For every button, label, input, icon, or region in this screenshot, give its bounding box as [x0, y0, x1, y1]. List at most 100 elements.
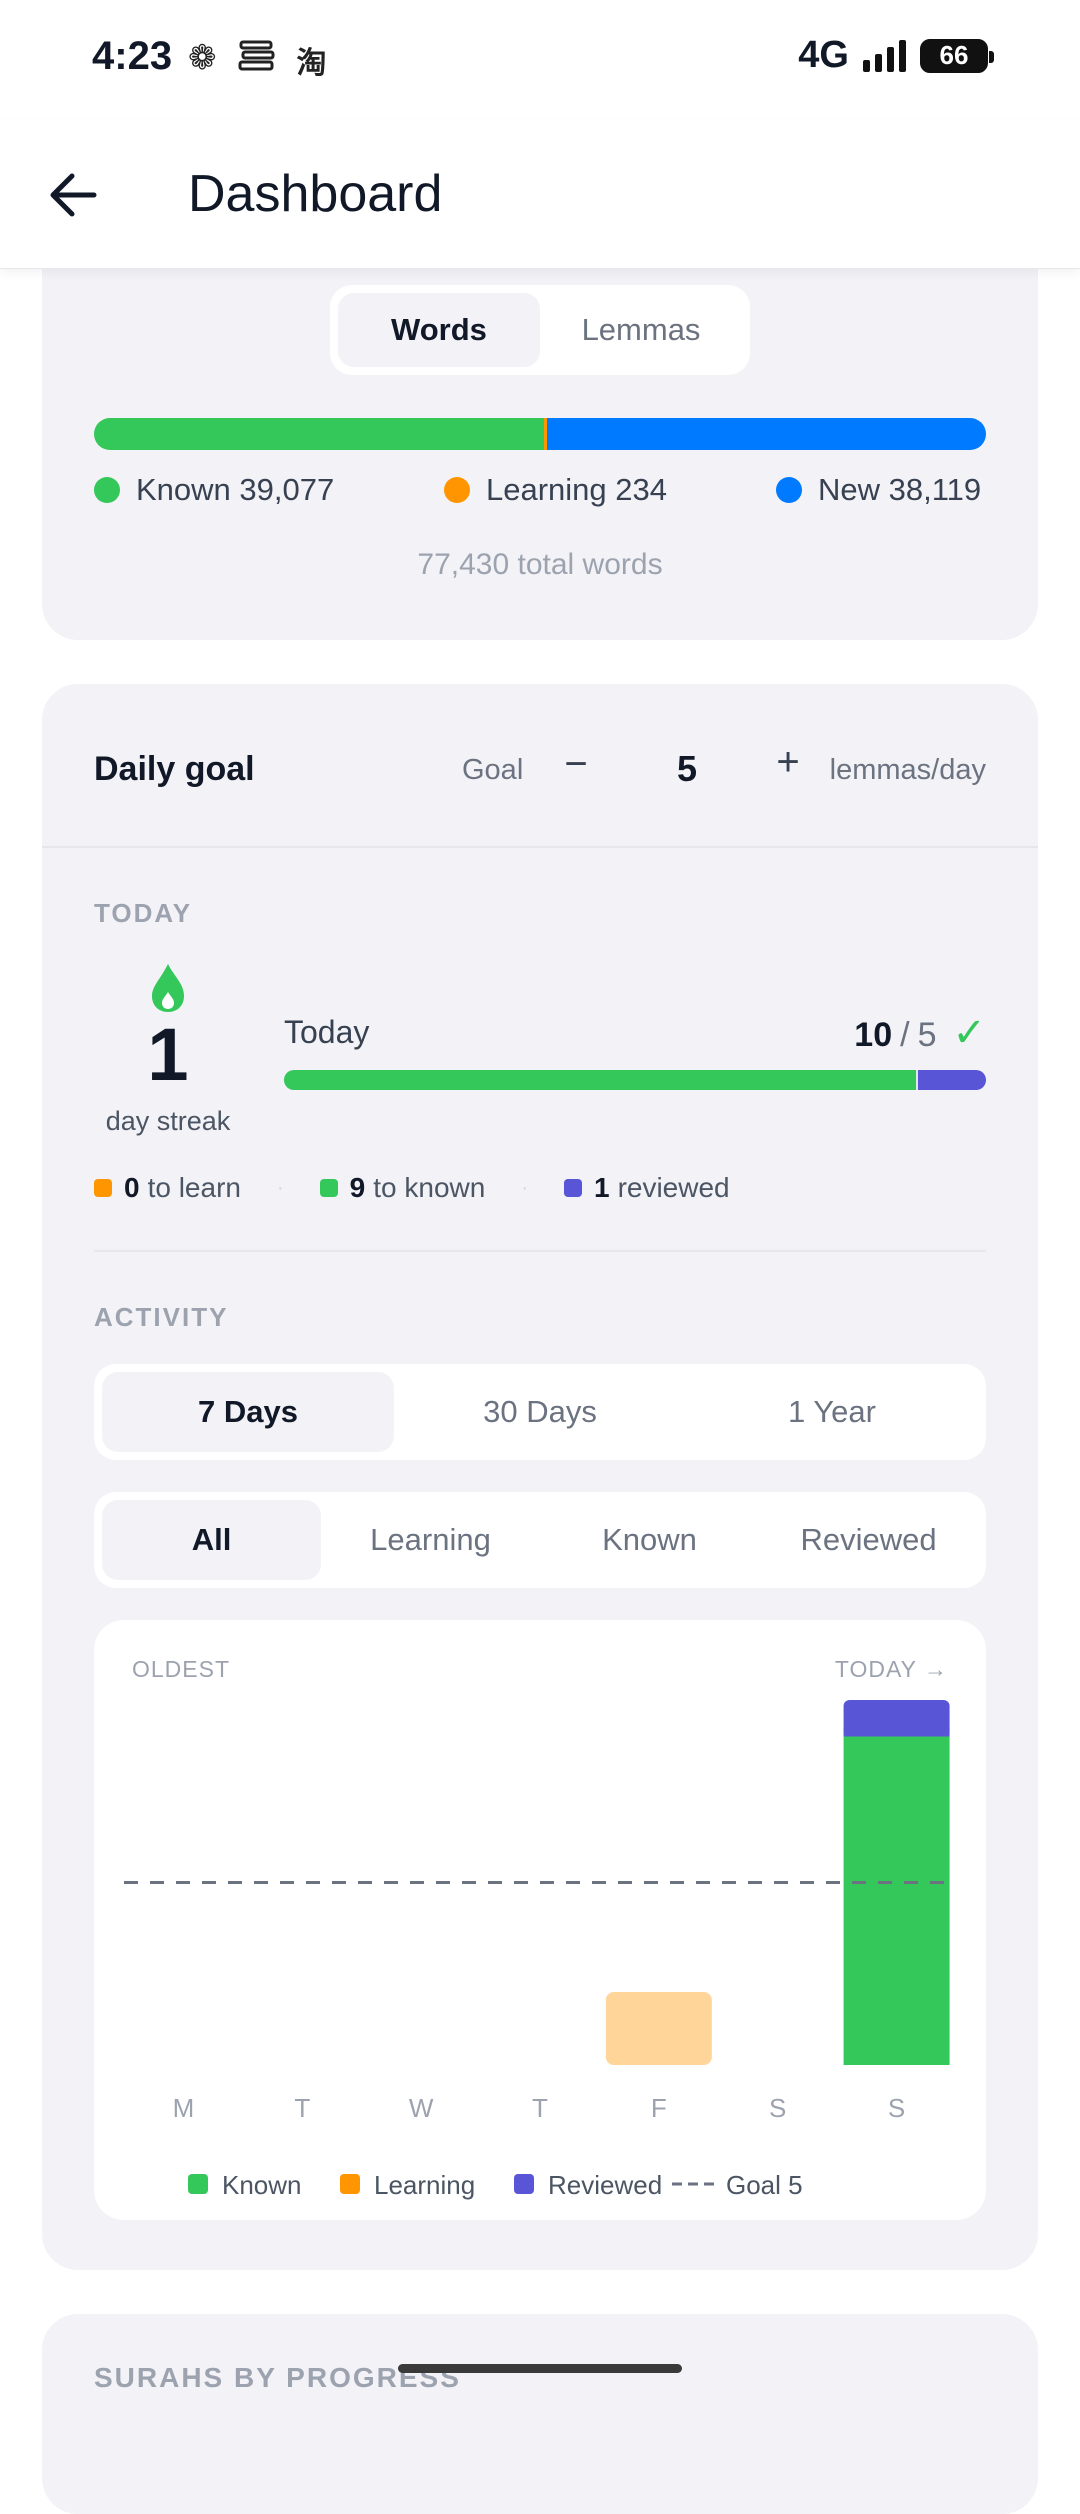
goal-unit: lemmas/day — [829, 754, 986, 786]
checkmark-icon: ✓ — [952, 1011, 986, 1055]
today-reviewed-segment — [917, 1070, 986, 1090]
x-tick-3: T — [532, 2093, 548, 2123]
to-known-label: to known — [373, 1172, 486, 1203]
network-type: 4G — [798, 34, 849, 76]
today-count: 10 / 5 ✓ — [854, 1010, 986, 1056]
legend-learning: Learning 234 — [444, 472, 667, 508]
stat-reviewed: 1 reviewed — [563, 1172, 730, 1204]
notification-icons: ❁ 淘 — [188, 38, 327, 83]
total-words: 77,430 total words — [417, 548, 663, 581]
surahs-card: SURAHS BY PROGRESS — [42, 2314, 1038, 2514]
reviewed-value: 1 — [593, 1172, 610, 1203]
filter-known[interactable]: Known — [540, 1500, 759, 1580]
new-segment — [547, 418, 986, 450]
today-progress-label: Today — [284, 1014, 370, 1050]
new-dot — [776, 477, 802, 503]
legend-swatch-learning — [340, 2174, 360, 2194]
streak-value: 1 — [147, 1013, 189, 1096]
stat-separator: · — [276, 1176, 284, 1199]
today-known-segment — [284, 1070, 916, 1090]
signal-icon — [863, 39, 906, 72]
today-done: 10 — [854, 1016, 893, 1054]
x-tick-6: S — [888, 2093, 905, 2123]
status-time: 4:23 — [92, 34, 173, 78]
x-tick-5: S — [769, 2093, 786, 2123]
activity-chart: OLDEST TODAY → M T W T F S S Known Learning Revie… — [94, 1620, 986, 2220]
filter-learning[interactable]: Learning — [321, 1500, 540, 1580]
words-progress-bar — [94, 418, 986, 450]
bar-learning-4 — [605, 1992, 712, 2065]
reviewed-swatch — [563, 1179, 582, 1197]
flame-icon — [152, 964, 184, 1012]
x-tick-2: W — [409, 2093, 434, 2123]
stat-separator: · — [521, 1176, 528, 1199]
goal-label: Goal — [462, 754, 524, 786]
tab-7-days[interactable]: 7 Days — [102, 1372, 394, 1452]
page-title: Dashboard — [188, 165, 443, 223]
daily-goal-title: Daily goal — [94, 750, 255, 788]
x-tick-0: M — [173, 2093, 195, 2123]
goal-divider — [42, 846, 1038, 848]
today-separator: / — [900, 1016, 910, 1054]
app-bar: Dashboard — [0, 120, 1080, 269]
legend-label-0: Known — [222, 2170, 302, 2200]
legend-label-3: Goal 5 — [726, 2170, 803, 2200]
tab-words[interactable]: Words — [338, 293, 540, 367]
activity-divider — [94, 1250, 986, 1252]
taobao-icon: 淘 — [296, 47, 327, 80]
back-button[interactable] — [44, 160, 104, 230]
home-indicator — [398, 2364, 682, 2373]
to-known-value: 9 — [349, 1172, 366, 1203]
legend-label-1: Learning — [374, 2170, 475, 2200]
bar-cap-6 — [843, 1728, 950, 1737]
legend-swatch-known — [188, 2174, 208, 2194]
to-learn-value: 0 — [124, 1172, 140, 1203]
known-dot — [94, 477, 120, 503]
legend-new: New 38,119 — [776, 472, 981, 508]
stat-to-known: 9 to known — [319, 1172, 486, 1204]
flower-icon: ❁ — [188, 39, 217, 77]
new-count: New 38,119 — [818, 472, 982, 507]
tab-30-days[interactable]: 30 Days — [394, 1372, 686, 1452]
tab-lemmas[interactable]: Lemmas — [540, 293, 742, 367]
x-tick-4: F — [651, 2093, 667, 2123]
tab-1-year[interactable]: 1 Year — [686, 1372, 978, 1452]
x-tick-1: T — [294, 2093, 310, 2123]
chart-oldest-label: OLDEST — [132, 1656, 230, 1682]
battery-level: 66 — [939, 40, 969, 70]
reviewed-label: reviewed — [617, 1172, 730, 1203]
filter-all[interactable]: All — [102, 1500, 321, 1580]
range-toggle: 7 Days 30 Days 1 Year — [94, 1364, 986, 1460]
to-learn-swatch — [94, 1179, 112, 1197]
known-segment — [94, 418, 545, 450]
bar-known-6 — [843, 1736, 950, 2065]
activity-section-label: ACTIVITY — [94, 1302, 229, 1332]
learning-dot — [444, 477, 470, 503]
known-count: Known 39,077 — [136, 472, 335, 507]
filter-reviewed[interactable]: Reviewed — [759, 1500, 978, 1580]
today-goal: 5 — [917, 1016, 937, 1054]
increase-goal-button[interactable]: + — [758, 740, 818, 785]
learning-count: Learning 234 — [486, 472, 667, 507]
streak-block: 1 day streak — [94, 962, 242, 1142]
today-stats-row: 0 to learn · 9 to known · 1 reviewed — [94, 1172, 730, 1204]
today-progress-bar — [284, 1070, 986, 1090]
status-bar: 4:23 ❁ 淘 4G 66 — [0, 0, 1080, 120]
book-stack-icon — [237, 38, 277, 83]
words-lemmas-toggle: Words Lemmas — [330, 285, 750, 375]
battery-icon: 66 — [920, 38, 994, 73]
status-right: 4G 66 — [798, 34, 994, 77]
chart-today-label: TODAY → — [835, 1656, 948, 1682]
filter-toggle: All Learning Known Reviewed — [94, 1492, 986, 1588]
activity-chart-svg: OLDEST TODAY → M T W T F S S Known Learning Revie… — [124, 1656, 956, 2200]
today-section-label: TODAY — [94, 898, 193, 928]
to-learn-label: to learn — [147, 1172, 241, 1203]
goal-value: 5 — [676, 748, 698, 789]
legend-swatch-reviewed — [514, 2174, 534, 2194]
legend-label-2: Reviewed — [548, 2170, 662, 2200]
decrease-goal-button[interactable]: − — [546, 742, 606, 787]
to-known-swatch — [319, 1179, 338, 1197]
legend-known: Known 39,077 — [94, 472, 334, 508]
stat-to-learn: 0 to learn — [94, 1172, 241, 1204]
streak-label: day streak — [105, 1106, 231, 1136]
